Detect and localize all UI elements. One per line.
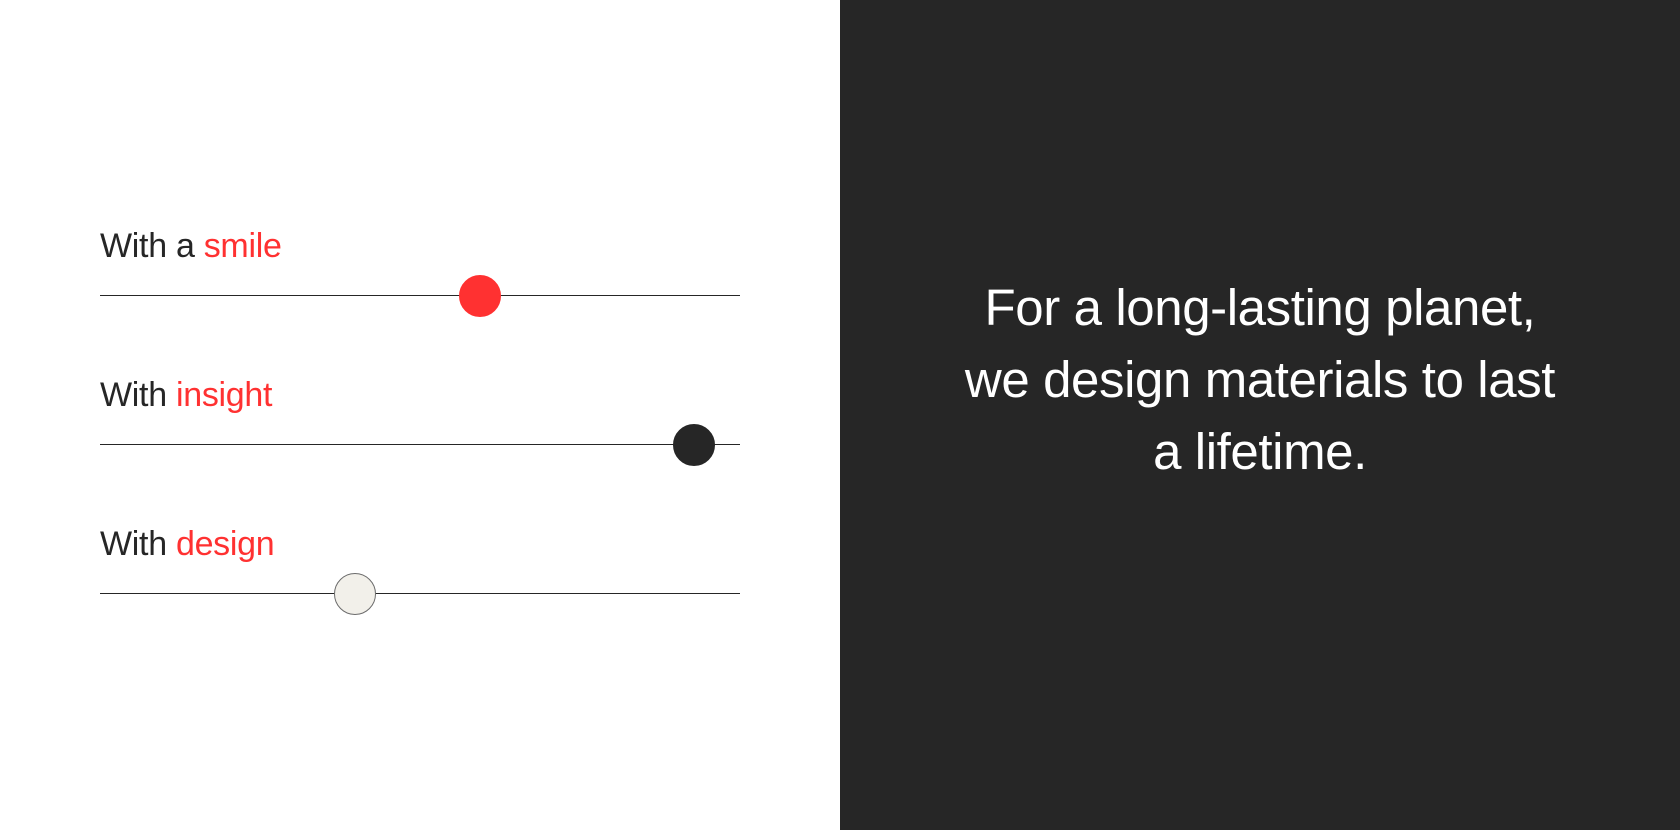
slider-label-smile: With a smile [100,226,282,266]
slider-label-insight: With insight [100,375,272,415]
slider-thumb-smile[interactable] [458,275,501,317]
slider-thumb-design[interactable] [333,573,376,615]
sliders-panel: With a smile With insight With design [0,0,840,830]
slider-label-accent: insight [175,376,273,414]
slider-track-smile[interactable] [100,275,740,317]
slider-label-prefix: With [100,376,167,414]
slider-label-prefix: With [100,525,167,563]
slider-label-accent: smile [203,227,282,265]
slider-track-insight[interactable] [100,424,740,466]
track-line [100,444,740,445]
track-line [100,593,740,594]
track-line [100,295,740,296]
statement-panel: For a long-lasting planet, we design mat… [840,0,1680,830]
headline-line-3: a lifetime. [1153,423,1367,480]
slider-label-prefix: With a [100,227,195,265]
slider-thumb-insight[interactable] [672,424,715,466]
slider-label-design: With design [100,524,275,564]
slider-track-design[interactable] [100,573,740,615]
slider-label-accent: design [175,525,275,563]
headline-line-2: we design materials to last [964,351,1556,408]
statement-headline: For a long-lasting planet, we design mat… [910,272,1610,488]
page: With a smile With insight With design Fo… [0,0,1680,830]
headline-line-1: For a long-lasting planet, [984,279,1536,336]
